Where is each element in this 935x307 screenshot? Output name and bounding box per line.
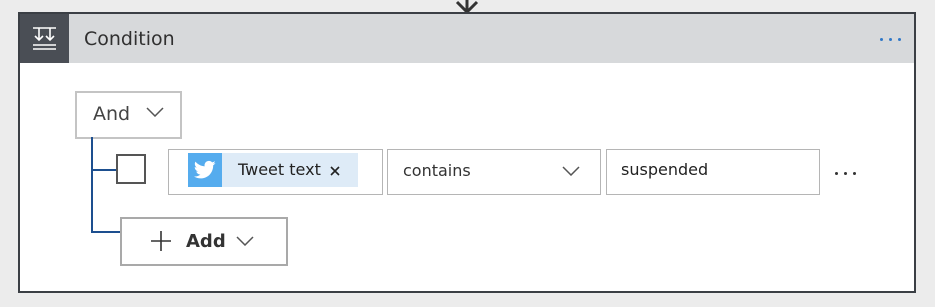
add-button[interactable]: Add	[120, 217, 288, 266]
chevron-down-icon	[146, 107, 164, 117]
condition-icon	[20, 14, 69, 63]
tree-connector-vertical	[91, 137, 93, 233]
chevron-down-icon	[236, 236, 254, 246]
plus-icon	[151, 231, 171, 251]
twitter-icon	[188, 153, 222, 187]
group-operator-dropdown[interactable]: And	[75, 91, 182, 139]
condition-card: Condition And Tweet text contains suspen…	[18, 12, 916, 293]
rule-value-input[interactable]: suspended	[606, 149, 820, 195]
group-operator-label: And	[93, 103, 131, 125]
rule-operator-dropdown[interactable]: contains	[387, 149, 601, 195]
rule-operator-value: contains	[403, 161, 471, 180]
card-header: Condition	[20, 14, 914, 63]
tweet-text-token: Tweet text	[188, 153, 358, 187]
card-title: Condition	[84, 28, 175, 50]
tree-connector-rule	[91, 169, 116, 171]
rule-checkbox[interactable]	[116, 154, 146, 184]
token-label: Tweet text	[238, 160, 321, 179]
add-button-label: Add	[186, 231, 226, 252]
chevron-down-icon	[562, 166, 580, 176]
rule-field-input[interactable]: Tweet text	[168, 149, 383, 195]
ellipsis-icon[interactable]	[876, 25, 906, 49]
rule-value-text: suspended	[621, 160, 709, 179]
tree-connector-add	[91, 231, 121, 233]
ellipsis-icon[interactable]	[832, 160, 862, 182]
close-icon[interactable]	[327, 161, 343, 179]
